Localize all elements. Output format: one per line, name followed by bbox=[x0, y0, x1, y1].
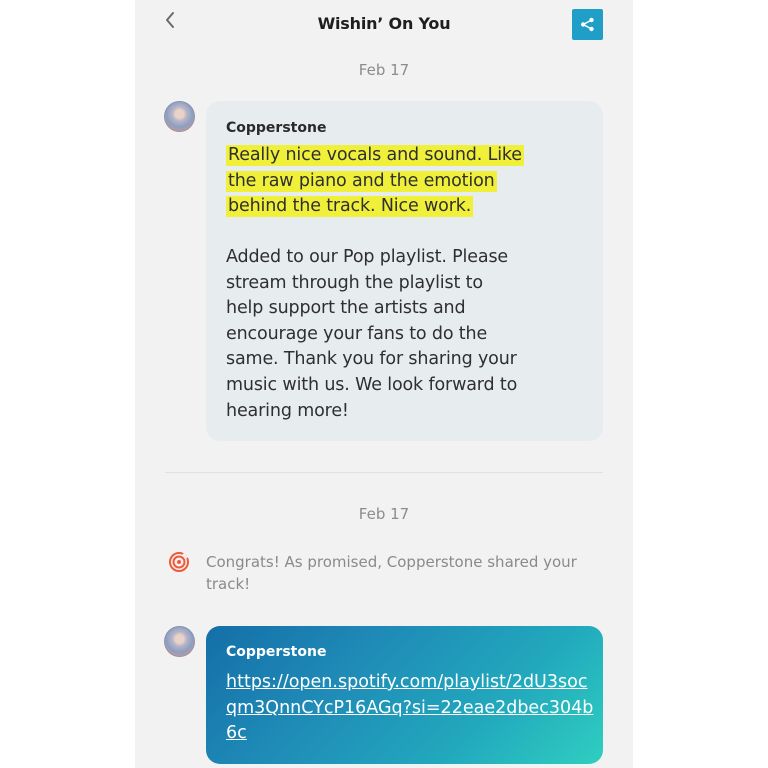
playlist-link[interactable]: https://open.spotify.com/playlist/2dU3so… bbox=[226, 670, 596, 747]
body-line: hearing more! bbox=[226, 400, 349, 421]
highlighted-line: behind the track. Nice work. bbox=[226, 196, 474, 218]
body-line: music with us. We look forward to bbox=[226, 374, 518, 395]
highlighted-line: the raw piano and the emotion bbox=[226, 170, 497, 192]
date-separator: Feb 17 bbox=[358, 61, 410, 79]
message-body: Added to our Pop playlist. Please stream… bbox=[226, 245, 596, 424]
highlighted-line: Really nice vocals and sound. Like bbox=[226, 145, 524, 166]
message-bubble: Copperstone Really nice vocals and sound… bbox=[206, 101, 603, 441]
highlighted-text: Really nice vocals and sound. Like the r… bbox=[226, 143, 596, 220]
divider bbox=[165, 472, 603, 473]
date-separator: Feb 17 bbox=[358, 505, 410, 523]
avatar[interactable] bbox=[164, 626, 195, 657]
sender-name: Copperstone bbox=[226, 644, 327, 660]
body-line: same. Thank you for sharing your bbox=[226, 349, 517, 370]
body-line: Added to our Pop playlist. Please bbox=[226, 247, 509, 267]
page-title: Wishin’ On You bbox=[317, 14, 451, 33]
top-bar: Wishin’ On You bbox=[135, 0, 633, 52]
body-line: stream through the playlist to bbox=[226, 272, 483, 293]
message-bubble: Copperstone https://open.spotify.com/pla… bbox=[206, 626, 603, 764]
body-line: help support the artists and bbox=[226, 298, 466, 319]
share-icon bbox=[581, 17, 594, 32]
system-notification: Congrats! As promised, Copperstone share… bbox=[206, 553, 577, 593]
body-line: encourage your fans to do the bbox=[226, 323, 488, 344]
avatar[interactable] bbox=[164, 101, 195, 132]
sender-name: Copperstone bbox=[226, 120, 327, 136]
chat-screen: Wishin’ On You Feb 17 Copperstone Really… bbox=[135, 0, 633, 768]
target-icon bbox=[168, 551, 190, 573]
share-button[interactable] bbox=[572, 9, 603, 40]
